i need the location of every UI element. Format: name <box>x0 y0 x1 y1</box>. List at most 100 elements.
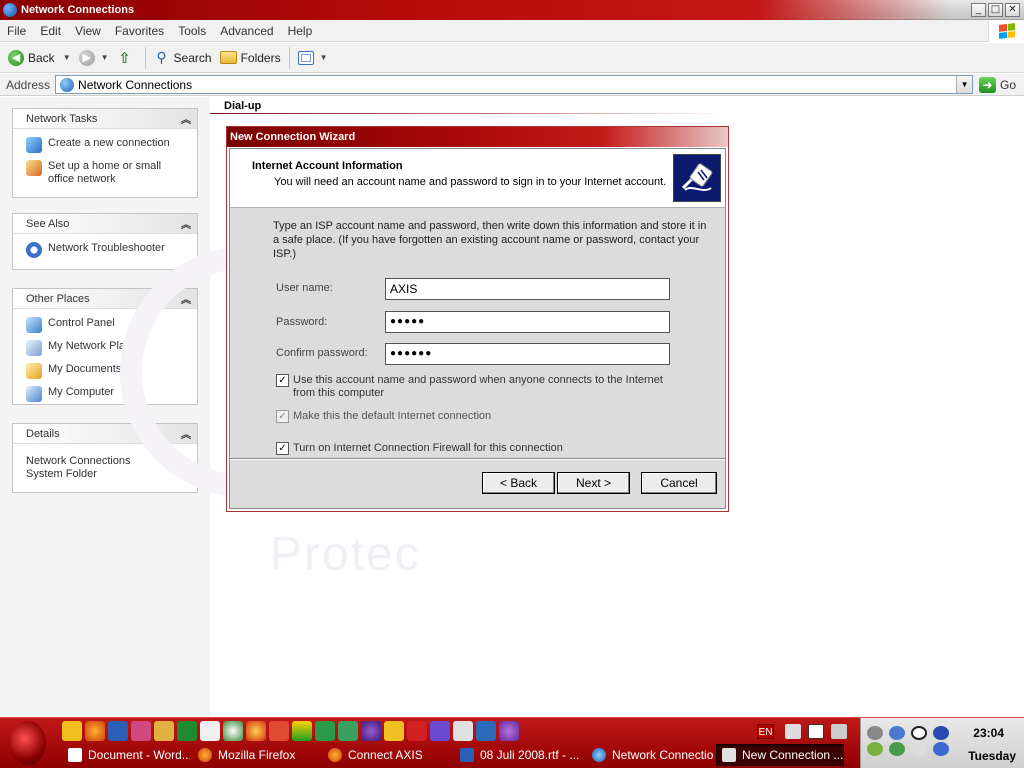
search-label: Search <box>173 50 212 65</box>
maximize-button[interactable]: □ <box>988 3 1003 17</box>
back-dropdown-icon[interactable]: ▼ <box>63 53 71 62</box>
go-arrow-icon: ➜ <box>979 76 997 93</box>
documents-folder-icon <box>26 363 42 379</box>
task-label: 08 Juli 2008.rtf - ... <box>480 748 580 762</box>
media-icon[interactable] <box>361 721 381 741</box>
next-button[interactable]: Next > <box>557 472 630 494</box>
cancel-button[interactable]: Cancel <box>641 472 717 494</box>
volume-icon[interactable] <box>911 742 927 756</box>
task-rtf-document[interactable]: 08 Juli 2008.rtf - ... <box>454 744 584 766</box>
up-folder-button[interactable]: ⇧ <box>113 46 141 70</box>
chrome-icon[interactable] <box>246 721 266 741</box>
clock-icon[interactable] <box>911 726 927 740</box>
toolbar-separator <box>144 46 146 69</box>
tray-icons <box>867 726 951 756</box>
menu-advanced[interactable]: Advanced <box>213 24 280 38</box>
menu-file[interactable]: File <box>0 24 33 38</box>
task-network-connections[interactable]: Network Connections <box>586 744 714 766</box>
document-icon[interactable] <box>200 721 220 741</box>
confirm-password-label: Confirm password: <box>276 347 368 359</box>
network-status-icon[interactable] <box>889 726 905 740</box>
control-panel-label: Control Panel <box>48 317 115 329</box>
media-player-icon[interactable] <box>223 721 243 741</box>
username-input[interactable]: AXIS <box>385 278 670 300</box>
address-dropdown-icon[interactable]: ▼ <box>956 76 973 93</box>
password-input[interactable]: ●●●●● <box>385 311 670 333</box>
calculator-icon[interactable] <box>453 721 473 741</box>
collapse-chevron-icon[interactable]: ︽ <box>181 216 191 231</box>
back-button[interactable]: ◀ Back ▼ <box>4 46 75 70</box>
default-connection-checkbox[interactable]: ✓ <box>276 410 289 423</box>
default-connection-label: Make this the default Internet connectio… <box>293 410 492 422</box>
wizard-header: Internet Account Information You will ne… <box>230 149 725 208</box>
flash-icon[interactable] <box>384 721 404 741</box>
use-account-checkbox-row[interactable]: ✓ Use this account name and password whe… <box>276 374 686 400</box>
task-label: Connect AXIS <box>348 748 423 762</box>
network-icon[interactable] <box>338 721 358 741</box>
color-icon[interactable] <box>292 721 312 741</box>
excel-icon[interactable] <box>177 721 197 741</box>
title-bar[interactable]: Network Connections _ □ ✕ <box>0 0 1024 20</box>
arrow-icon[interactable] <box>831 724 847 739</box>
default-connection-checkbox-row[interactable]: ✓ Make this the default Internet connect… <box>276 410 491 423</box>
folders-button[interactable]: Folders <box>216 46 285 70</box>
address-input[interactable]: Network Connections ▼ <box>55 75 974 94</box>
paint-icon[interactable] <box>131 721 151 741</box>
forward-button[interactable]: ▶ ▼ <box>75 46 113 70</box>
wizard-header-title: Internet Account Information <box>252 160 403 172</box>
tool-icon[interactable] <box>269 721 289 741</box>
menu-view[interactable]: View <box>68 24 108 38</box>
yahoo-icon[interactable] <box>499 721 519 741</box>
views-dropdown-icon: ▼ <box>319 53 328 62</box>
task-new-connection[interactable]: New Connection ... <box>716 744 844 766</box>
task-connect-axis[interactable]: Connect AXIS <box>322 744 452 766</box>
messenger-icon[interactable] <box>476 721 496 741</box>
bluetooth-icon[interactable] <box>933 726 949 740</box>
menu-favorites[interactable]: Favorites <box>108 24 171 38</box>
start-button[interactable] <box>10 721 46 765</box>
task-firefox[interactable]: Mozilla Firefox <box>192 744 320 766</box>
wizard-description: Type an ISP account name and password, t… <box>273 220 707 260</box>
task-word-document[interactable]: Document - Word... <box>62 744 190 766</box>
settings-icon[interactable] <box>867 726 883 740</box>
wizard-body: Type an ISP account name and password, t… <box>230 208 725 463</box>
keyboard-icon[interactable] <box>808 724 824 739</box>
menu-tools[interactable]: Tools <box>171 24 213 38</box>
views-button[interactable]: ▼ <box>294 46 332 70</box>
messenger-tray-icon[interactable] <box>933 742 949 756</box>
firewall-checkbox-row[interactable]: ✓ Turn on Internet Connection Firewall f… <box>276 442 563 455</box>
language-indicator[interactable]: EN <box>757 724 774 739</box>
app-icon[interactable] <box>430 721 450 741</box>
pdf-icon[interactable] <box>407 721 427 741</box>
connection-icon[interactable] <box>889 742 905 756</box>
signal-icon[interactable] <box>315 721 335 741</box>
network-tasks-header[interactable]: Network Tasks ︽ <box>13 109 197 129</box>
folder-icon[interactable] <box>62 721 82 741</box>
menu-help[interactable]: Help <box>281 24 320 38</box>
back-wizard-button[interactable]: < Back <box>482 472 555 494</box>
firefox-icon[interactable] <box>85 721 105 741</box>
use-account-checkbox[interactable]: ✓ <box>276 374 289 387</box>
create-new-connection-link[interactable]: Create a new connection <box>26 137 189 153</box>
see-also-header[interactable]: See Also ︽ <box>13 214 197 234</box>
close-button[interactable]: ✕ <box>1005 3 1020 17</box>
confirm-password-input[interactable]: ●●●●●● <box>385 343 670 365</box>
collapse-chevron-icon[interactable]: ︽ <box>181 111 191 126</box>
details-title: Details <box>26 427 60 440</box>
forward-dropdown-icon[interactable]: ▼ <box>101 53 109 62</box>
document-icon <box>68 748 82 762</box>
notes-icon[interactable] <box>154 721 174 741</box>
menu-edit[interactable]: Edit <box>33 24 68 38</box>
firewall-checkbox[interactable]: ✓ <box>276 442 289 455</box>
antivirus-icon[interactable] <box>867 742 883 756</box>
word-icon <box>460 748 474 762</box>
network-troubleshooter-link[interactable]: Network Troubleshooter <box>26 242 189 258</box>
word-icon[interactable] <box>108 721 128 741</box>
wizard-title[interactable]: New Connection Wizard <box>227 127 728 147</box>
go-button[interactable]: ➜ Go <box>979 76 1016 93</box>
clock-time[interactable]: 23:04 <box>973 726 1004 740</box>
pen-icon[interactable] <box>785 724 801 739</box>
minimize-button[interactable]: _ <box>971 3 986 17</box>
search-button[interactable]: ⚲ Search <box>150 46 216 70</box>
home-network-link[interactable]: Set up a home or small office network <box>26 160 189 186</box>
